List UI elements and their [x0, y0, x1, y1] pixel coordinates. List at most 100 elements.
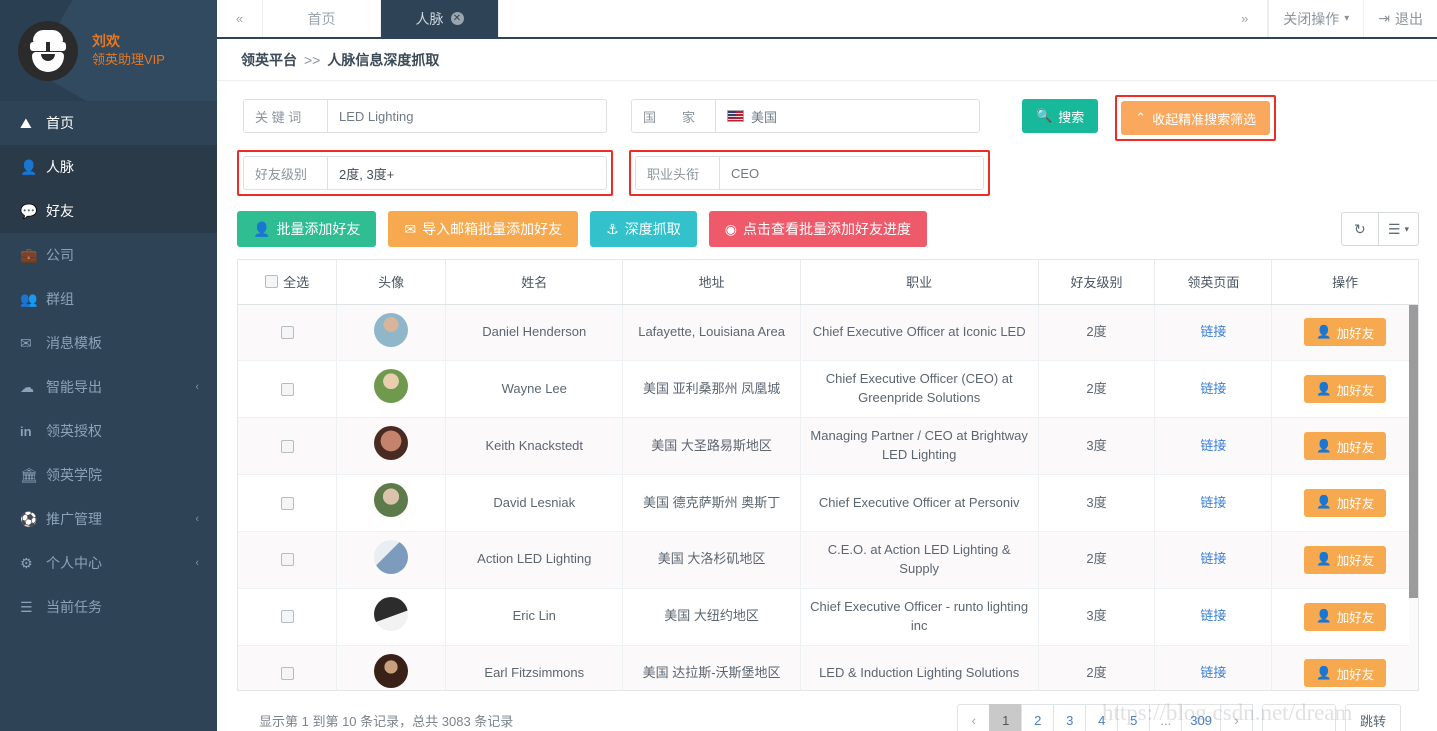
degree-input[interactable]: 2度, 3度+: [327, 156, 607, 190]
collapse-filter-button[interactable]: ⌃ 收起精准搜索筛选: [1121, 101, 1271, 135]
sidebar-item-friends[interactable]: 💬 好友: [0, 189, 217, 233]
add-friend-button[interactable]: 👤 加好友: [1304, 602, 1387, 631]
table-row[interactable]: Wayne Lee 美国 亚利桑那州 凤凰城 Chief Executive Off…: [238, 360, 1418, 419]
pagination-page-309[interactable]: 309: [1181, 703, 1221, 731]
row-degree: 3度: [1038, 588, 1156, 646]
close-icon[interactable]: ✕: [450, 12, 464, 25]
sidebar-item-message-template[interactable]: ✉ 消息模板: [0, 321, 217, 365]
column-toggle-button[interactable]: ☰ ▾: [1378, 212, 1419, 246]
search-button[interactable]: 🔍 搜索: [1022, 99, 1099, 133]
row-checkbox-cell: [238, 360, 338, 419]
home-icon: ⛰: [20, 114, 32, 131]
chevron-down-icon: ▾: [1404, 223, 1409, 234]
row-linkedin-page: 链接: [1154, 417, 1273, 476]
row-checkbox[interactable]: [280, 439, 294, 453]
search-form: 关 键 词 LED Lighting 国 家 美国 🔍 搜索 ⌃ 收起精准搜索筛…: [237, 95, 1419, 196]
linkedin-link[interactable]: 链接: [1200, 381, 1226, 396]
add-friend-button[interactable]: 👤 加好友: [1304, 318, 1387, 347]
bulk-add-friend-button[interactable]: 👤 批量添加好友: [237, 211, 377, 247]
row-checkbox[interactable]: [280, 382, 294, 396]
add-friend-button[interactable]: 👤 加好友: [1304, 432, 1387, 461]
refresh-button[interactable]: ↻: [1340, 212, 1379, 246]
logout-button[interactable]: ⇥ 退出: [1363, 0, 1437, 37]
sidebar-user-header[interactable]: 刘欢 领英助理VIP: [0, 0, 217, 101]
row-checkbox[interactable]: [280, 553, 294, 567]
row-occupation: Chief Executive Officer at Iconic LED: [800, 304, 1039, 362]
linkedin-link[interactable]: 链接: [1200, 495, 1226, 510]
title-input[interactable]: CEO: [719, 156, 984, 190]
row-checkbox[interactable]: [280, 496, 294, 510]
table-row[interactable]: Eric Lin 美国 大纽约地区 Chief Executive Officer …: [238, 588, 1418, 646]
table-row[interactable]: Daniel Henderson Lafayette, Louisiana Are…: [238, 304, 1418, 362]
keyword-input[interactable]: LED Lighting: [327, 99, 607, 133]
pagination-page-3[interactable]: 3: [1053, 703, 1087, 731]
pagination-page-5[interactable]: 5: [1117, 703, 1151, 731]
pagination-page-2[interactable]: 2: [1021, 703, 1055, 731]
table-row[interactable]: Action LED Lighting 美国 大洛杉矶地区 C.E.O. at Ac…: [238, 531, 1418, 589]
row-checkbox[interactable]: [280, 610, 294, 624]
import-email-button[interactable]: ✉ 导入邮箱批量添加好友: [388, 211, 579, 247]
avatar[interactable]: [18, 20, 78, 81]
row-linkedin-page: 链接: [1154, 645, 1273, 690]
pagination-jump-input[interactable]: [1261, 703, 1336, 731]
row-checkbox[interactable]: [280, 326, 294, 340]
add-friend-button[interactable]: 👤 加好友: [1304, 375, 1387, 404]
avatar: [374, 369, 409, 404]
view-progress-button[interactable]: ◉ 点击查看批量添加好友进度: [708, 211, 927, 247]
linkedin-link[interactable]: 链接: [1200, 324, 1226, 339]
view-progress-label: 点击查看批量添加好友进度: [742, 221, 911, 237]
tab-label: 人脉: [415, 10, 444, 27]
sidebar-item-home[interactable]: ⛰ 首页: [0, 101, 217, 145]
select-all-checkbox[interactable]: [265, 275, 279, 289]
sidebar-item-current-task[interactable]: ☰ 当前任务: [0, 585, 217, 629]
chevron-left-icon: ‹: [195, 381, 199, 393]
sidebar-item-label: 好友: [46, 203, 74, 219]
sidebar-item-smart-export[interactable]: ☁ 智能导出 ‹: [0, 365, 217, 409]
collapse-filter-highlight: ⌃ 收起精准搜索筛选: [1115, 95, 1277, 141]
add-friend-button[interactable]: 👤 加好友: [1304, 545, 1387, 574]
close-operations-menu[interactable]: 关闭操作 ▾: [1268, 0, 1363, 37]
tab-contacts[interactable]: 人脉 ✕: [381, 0, 499, 37]
sidebar-item-company[interactable]: 💼 公司: [0, 233, 217, 277]
pagination-page-...[interactable]: ...: [1149, 703, 1183, 731]
sidebar-item-academy[interactable]: 🏛 领英学院: [0, 453, 217, 497]
scroll-tabs-right-button[interactable]: »: [1222, 0, 1269, 37]
sidebar-item-label: 人脉: [46, 159, 74, 175]
add-friend-button[interactable]: 👤 加好友: [1304, 488, 1387, 517]
scroll-tabs-left-button[interactable]: «: [217, 0, 263, 37]
row-linkedin-page: 链接: [1154, 474, 1273, 532]
add-friend-button[interactable]: 👤 加好友: [1304, 659, 1387, 688]
pagination-jump-button[interactable]: 跳转: [1344, 703, 1401, 731]
table-body-scroll[interactable]: Daniel Henderson Lafayette, Louisiana Are…: [237, 304, 1419, 691]
anchor-icon: ⚓: [606, 220, 619, 237]
sidebar-user-info: 刘欢 领英助理VIP: [92, 31, 165, 70]
table-row[interactable]: David Lesniak 美国 德克萨斯州 奥斯丁 Chief Executive…: [238, 474, 1418, 532]
table-scrollbar-thumb[interactable]: [1409, 304, 1418, 598]
row-checkbox-cell: [238, 304, 338, 362]
col-address: 地址: [622, 260, 801, 305]
table-row[interactable]: Keith Knackstedt 美国 大圣路易斯地区 Managing Partn…: [238, 417, 1418, 476]
sidebar-nav: ⛰ 首页 👤 人脉 💬 好友 💼 公司 👥 群组 ✉ 消息模板 ☁ 智能导出 ‹…: [0, 101, 217, 629]
pagination-page-1[interactable]: 1: [989, 703, 1023, 731]
breadcrumb-root[interactable]: 领英平台: [241, 50, 297, 70]
linkedin-link[interactable]: 链接: [1200, 665, 1226, 680]
sidebar-item-linkedin-auth[interactable]: in 领英授权: [0, 409, 217, 453]
sidebar-item-contacts[interactable]: 👤 人脉: [0, 145, 217, 189]
row-avatar-cell: [336, 360, 447, 419]
tab-home[interactable]: 首页: [263, 0, 381, 37]
deep-crawl-button[interactable]: ⚓ 深度抓取: [590, 211, 697, 247]
linkedin-link[interactable]: 链接: [1200, 438, 1226, 453]
pagination-prev[interactable]: ‹: [957, 703, 991, 731]
table-scrollbar[interactable]: [1409, 304, 1418, 690]
pagination-next[interactable]: ›: [1219, 703, 1253, 731]
linkedin-link[interactable]: 链接: [1200, 551, 1226, 566]
country-select[interactable]: 美国: [715, 99, 980, 133]
row-checkbox[interactable]: [280, 667, 294, 681]
linkedin-link[interactable]: 链接: [1200, 608, 1226, 623]
table-row[interactable]: Earl Fitzsimmons 美国 达拉斯-沃斯堡地区 LED & Induct…: [238, 645, 1418, 690]
sidebar-item-promotion[interactable]: ⚽ 推广管理 ‹: [0, 497, 217, 541]
sidebar-item-group[interactable]: 👥 群组: [0, 277, 217, 321]
sidebar-item-personal-center[interactable]: ⚙ 个人中心 ‹: [0, 541, 217, 585]
row-name: David Lesniak: [445, 474, 624, 532]
pagination-page-4[interactable]: 4: [1085, 703, 1119, 731]
